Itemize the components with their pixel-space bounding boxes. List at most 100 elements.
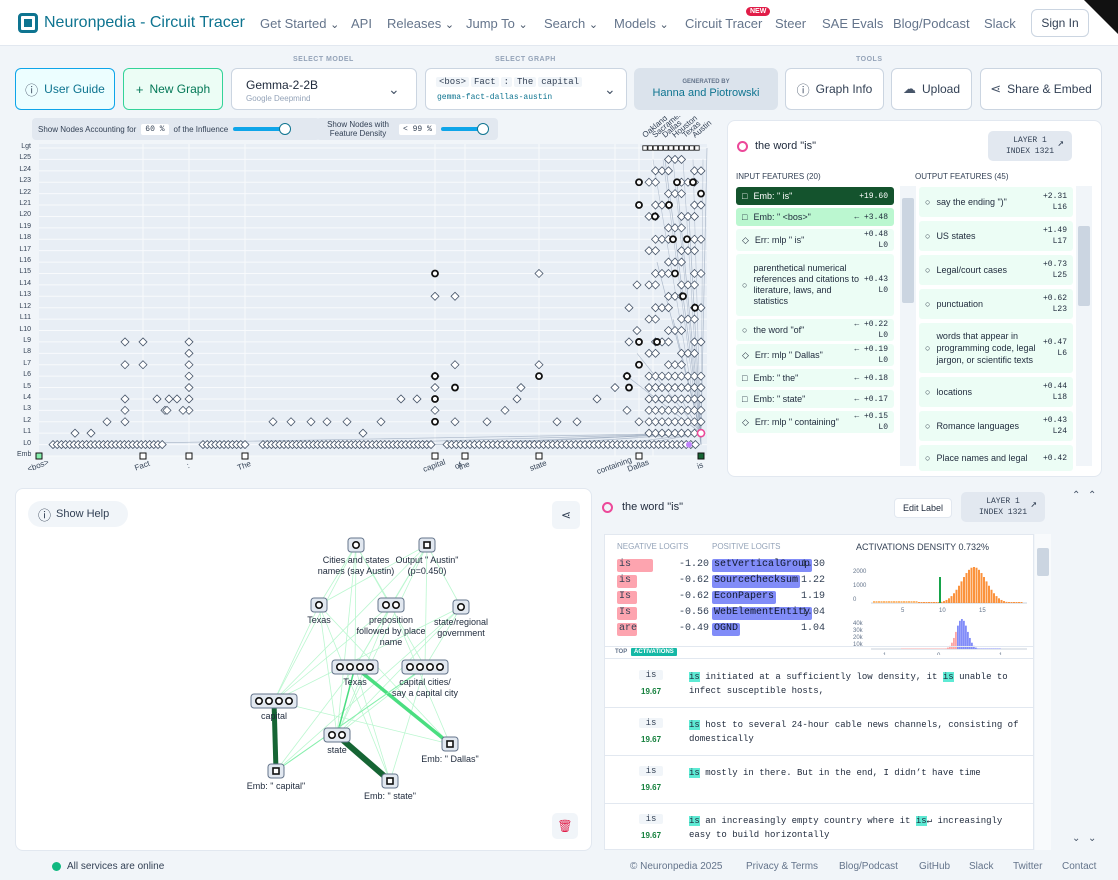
logit-node[interactable] (642, 145, 648, 151)
sign-in-button[interactable]: Sign In (1031, 9, 1089, 37)
footer-blog-link[interactable]: Blog/Podcast (839, 861, 898, 872)
nav-jump-to[interactable]: Jump To ⌄ (466, 16, 528, 31)
prompt-token-label[interactable]: state (528, 458, 548, 473)
scroll-down-icon[interactable]: ⌄ (1088, 833, 1096, 844)
embedding-node[interactable] (697, 452, 705, 460)
model-select[interactable]: Gemma-2-2B Google Deepmind ⌄ (231, 68, 417, 110)
feature-node[interactable] (635, 338, 643, 346)
activation-text[interactable]: is initiated at a sufficiently low densi… (689, 670, 1019, 698)
logit-node[interactable] (663, 145, 669, 151)
output-feature-row[interactable]: ○ Romance languages +0.43 L24 (919, 411, 1073, 441)
prompt-token-label[interactable]: The (236, 459, 253, 472)
feature-node[interactable] (651, 212, 659, 221)
input-feature-row[interactable]: ○ parenthetical numerical references and … (736, 254, 894, 316)
activations-tab[interactable]: ACTIVATIONS (631, 648, 677, 656)
scrollbar[interactable] (1035, 534, 1051, 850)
feature-node[interactable] (689, 178, 697, 187)
feature-node[interactable] (431, 417, 439, 426)
feature-node[interactable] (665, 201, 673, 209)
input-feature-row[interactable]: ○ the word "of" ← +0.22 L0 (736, 319, 894, 341)
prompt-token-label[interactable]: Fact (133, 458, 151, 472)
feature-node[interactable] (673, 178, 681, 187)
output-feature-row[interactable]: ○ words that appear in programming code, … (919, 323, 1073, 373)
nav-slack[interactable]: Slack (984, 16, 1016, 31)
embedding-node[interactable] (139, 452, 147, 460)
logit-node[interactable] (668, 145, 674, 151)
subgraph-node[interactable]: Emb: " capital" (247, 763, 305, 791)
feature-node[interactable] (431, 269, 439, 278)
feature-node[interactable] (431, 395, 439, 403)
subgraph-node[interactable]: state/regionalgovernment (434, 599, 488, 638)
nav-get-started[interactable]: Get Started ⌄ (260, 16, 339, 31)
feature-node[interactable] (431, 372, 439, 381)
nav-search[interactable]: Search ⌄ (544, 16, 598, 31)
embedding-node[interactable] (535, 452, 543, 460)
prompt-token-label[interactable]: is (696, 460, 705, 470)
subgraph-canvas[interactable]: Cities and statesnames (say Austin)Outpu… (16, 489, 593, 852)
feature-node[interactable] (635, 360, 643, 369)
feature-node[interactable] (697, 189, 705, 198)
nav-models[interactable]: Models ⌄ (614, 16, 669, 31)
feature-node[interactable] (653, 338, 661, 346)
logit-node[interactable] (658, 145, 664, 151)
prompt-token-label[interactable]: <bos> (26, 458, 50, 474)
output-feature-row[interactable]: ○ punctuation +0.62 L23 (919, 289, 1073, 319)
feature-node[interactable] (625, 383, 633, 392)
logit-node[interactable] (694, 145, 700, 151)
input-feature-row[interactable]: ◇ Err: mlp " Dallas" ← +0.19 L0 (736, 344, 894, 366)
embedding-node[interactable] (431, 452, 439, 460)
prompt-token-label[interactable]: : (186, 461, 191, 470)
feature-node[interactable] (683, 235, 691, 244)
prompt-token-label[interactable]: capital (422, 457, 447, 473)
output-feature-row[interactable]: ○ US states +1.49 L17 (919, 221, 1073, 251)
embedding-node[interactable] (635, 452, 643, 460)
output-feature-row[interactable]: ○ Legal/court cases +0.73 L25 (919, 255, 1073, 285)
output-feature-row[interactable]: ○ say the ending ")" +2.31 L16 (919, 187, 1073, 217)
neuronpedia-logo-icon[interactable] (18, 13, 38, 33)
logit-node[interactable] (673, 145, 679, 151)
input-feature-row[interactable]: □ Emb: " state" ← +0.17 (736, 390, 894, 408)
logit-node[interactable] (689, 145, 695, 151)
footer-github-link[interactable]: GitHub (919, 861, 950, 872)
input-feature-row[interactable]: □ Emb: " the" ← +0.18 (736, 369, 894, 387)
scrollbar[interactable] (900, 186, 916, 466)
feature-node[interactable] (635, 178, 643, 187)
nav-blog-podcast[interactable]: Blog/Podcast (893, 16, 970, 31)
activation-text[interactable]: is mostly in there. But in the end, I di… (689, 766, 1019, 780)
input-feature-row[interactable]: □ Emb: " is" +19.60 (736, 187, 894, 205)
user-guide-button[interactable]: ⓘ User Guide (15, 68, 115, 110)
subgraph-node[interactable]: Emb: " Dallas" (421, 736, 479, 764)
logit-node[interactable] (647, 145, 653, 151)
feature-node[interactable] (451, 383, 459, 392)
layer-index-button[interactable]: LAYER 1 INDEX 1321 ↗ (961, 492, 1045, 522)
upload-button[interactable]: ☁ Upload (891, 68, 972, 110)
footer-slack-link[interactable]: Slack (969, 861, 993, 872)
layer-index-button[interactable]: LAYER 1 INDEX 1321 ↗ (988, 131, 1072, 161)
embedding-node[interactable] (35, 452, 43, 460)
nav-releases[interactable]: Releases ⌄ (387, 16, 454, 31)
edit-label-button[interactable]: Edit Label (894, 498, 953, 518)
embedding-node[interactable] (241, 452, 249, 460)
feature-node[interactable] (671, 269, 679, 278)
subgraph-node[interactable]: capital (250, 693, 298, 721)
footer-contact-link[interactable]: Contact (1062, 861, 1096, 872)
nav-api[interactable]: API (351, 16, 372, 31)
graph-info-button[interactable]: ⓘ Graph Info (785, 68, 884, 110)
feature-node[interactable] (623, 372, 631, 381)
activation-text[interactable]: is an increasingly empty country where i… (689, 814, 1019, 842)
selected-node[interactable] (696, 428, 706, 438)
subgraph-node[interactable]: state (323, 727, 351, 755)
input-feature-row[interactable]: □ Emb: " <bos>" ← +3.48 (736, 208, 894, 226)
feature-node[interactable] (669, 235, 677, 244)
feature-node[interactable] (535, 372, 543, 381)
footer-twitter-link[interactable]: Twitter (1013, 861, 1042, 872)
scroll-up-icon[interactable]: ⌃ (1088, 490, 1096, 501)
embedding-node[interactable] (185, 452, 193, 460)
subgraph-node[interactable]: capital cities/say a capital city (392, 659, 459, 698)
embedding-node[interactable] (461, 452, 469, 460)
activation-text[interactable]: is host to several 24-hour cable news ch… (689, 718, 1019, 746)
logit-node[interactable] (652, 145, 659, 151)
scroll-up-icon[interactable]: ⌃ (1072, 490, 1080, 501)
feature-node[interactable] (635, 201, 643, 209)
subgraph-node[interactable]: Cities and statesnames (say Austin) (318, 537, 395, 576)
